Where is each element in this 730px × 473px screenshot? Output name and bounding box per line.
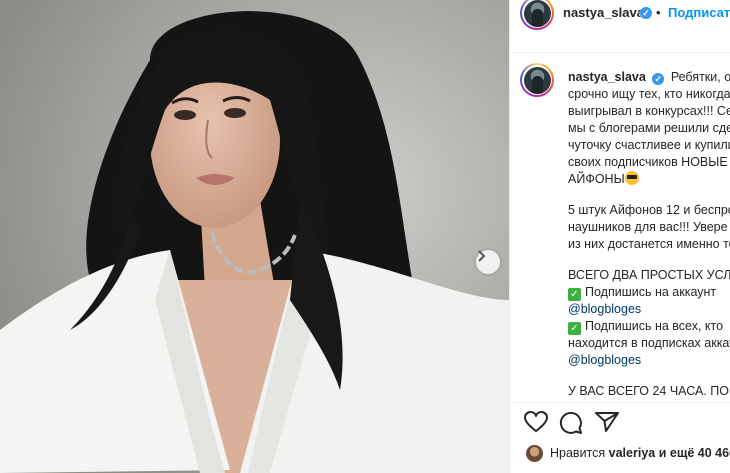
caption-text: nastya_slava ✓ Ребятки, очень срочно ищу… xyxy=(568,69,730,414)
post-header: nastya_slava ✓ • Подписаться xyxy=(510,0,730,53)
condition-2-cont: находится в подписках аккау xyxy=(568,336,730,350)
caption-line: из них достанется именно те xyxy=(568,237,730,251)
post-sidebar: nastya_slava ✓ • Подписаться nastya_slav… xyxy=(509,0,730,473)
caption-line: выигрывал в конкурсах!!! Се xyxy=(568,104,730,118)
verified-badge-icon: ✓ xyxy=(652,73,665,85)
likes-prefix: Нравится xyxy=(550,446,606,460)
check-mark-icon: ✓ xyxy=(568,322,581,335)
verified-badge-icon: ✓ xyxy=(640,7,652,19)
share-icon[interactable] xyxy=(595,411,619,433)
post-photo xyxy=(0,0,509,473)
caption-line: своих подписчиков НОВЫЕ xyxy=(568,155,728,169)
caption-line: мы с блогерами решили сдел xyxy=(568,121,730,135)
caption-line: 5 штук Айфонов 12 и беспро xyxy=(568,203,730,217)
condition-1: Подпишись на аккаунт xyxy=(585,285,717,299)
sunglasses-emoji-icon xyxy=(624,171,639,185)
likes-count[interactable]: и ещё 40 460 xyxy=(659,446,730,460)
caption-line: Ребятки, очень xyxy=(670,70,730,84)
action-bar xyxy=(510,402,730,473)
author-avatar[interactable] xyxy=(520,0,554,30)
caption-line: АЙФОНЫ xyxy=(568,172,625,186)
heart-icon[interactable] xyxy=(524,411,548,433)
follow-button[interactable]: Подписаться xyxy=(668,5,730,20)
caption-line: наушников для вас!!! Увере xyxy=(568,220,728,234)
mention-link[interactable]: @blogbloges xyxy=(568,353,641,367)
caption-line: У ВАС ВСЕГО 24 ЧАСА. ПОЭТ xyxy=(568,384,730,398)
condition-2: Подпишись на всех, кто xyxy=(585,319,724,333)
caption-avatar[interactable] xyxy=(520,63,554,97)
chevron-right-icon xyxy=(478,250,486,262)
check-mark-icon: ✓ xyxy=(568,288,581,301)
caption-line: чуточку счастливее и купили xyxy=(568,138,730,152)
liker-avatar[interactable] xyxy=(526,445,543,462)
liker-username[interactable]: valeriya xyxy=(609,446,656,460)
next-photo-button[interactable] xyxy=(476,250,500,274)
caption-username[interactable]: nastya_slava xyxy=(568,70,646,84)
portrait-image xyxy=(0,0,509,473)
mention-link[interactable]: @blogbloges xyxy=(568,302,641,316)
conditions-title: ВСЕГО ДВА ПРОСТЫХ УСЛОВ xyxy=(568,268,730,282)
separator-dot: • xyxy=(656,5,661,20)
comment-icon[interactable] xyxy=(559,411,583,435)
caption-line: срочно ищу тех, кто никогда xyxy=(568,87,730,101)
author-username[interactable]: nastya_slava xyxy=(563,5,644,20)
